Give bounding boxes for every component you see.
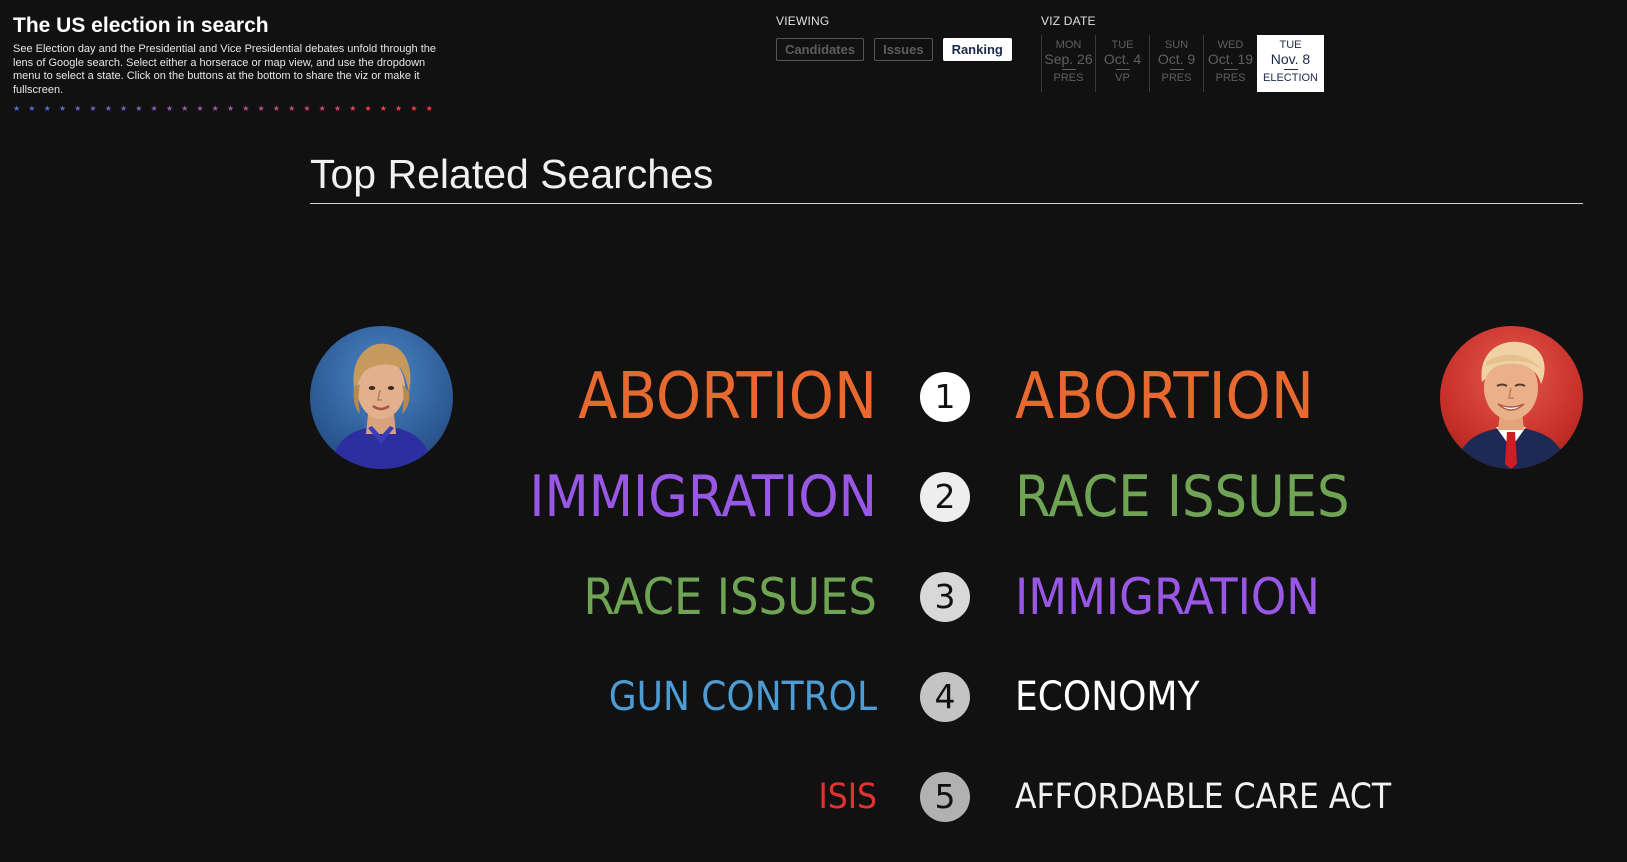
star-icon: ★ [196,104,204,113]
star-icon: ★ [303,104,311,113]
star-divider: ★ ★ ★ ★ ★ ★ ★ ★ ★ ★ ★ ★ ★ ★ ★ ★ ★ ★ ★ ★ ★ ★ ★ ★ ★ ★ ★ ★ [13,104,433,114]
view-candidates-button[interactable]: Candidates [776,38,865,61]
star-icon: ★ [181,104,189,113]
view-ranking-button[interactable]: Ranking [942,38,1012,61]
date-md: Oct. 19 [1207,51,1254,67]
star-icon: ★ [364,104,372,113]
right-term: ABORTION [1015,360,1314,434]
date-md: Nov. 8 [1270,51,1311,67]
date-separator [1169,69,1184,70]
date-separator [1061,69,1076,70]
star-icon: ★ [211,104,219,113]
rank-badge: 1 [920,372,970,422]
rank-badge: 2 [920,472,970,522]
star-icon: ★ [425,104,433,113]
star-icon: ★ [119,104,128,113]
date-option-oct-19[interactable]: WED Oct. 19 PRES [1203,35,1257,92]
star-icon: ★ [288,104,296,113]
left-term: ISIS [818,777,877,817]
date-option-oct-4[interactable]: TUE Oct. 4 VP [1095,35,1149,92]
date-event: ELECTION [1262,72,1318,84]
star-icon: ★ [379,104,387,113]
star-icon: ★ [135,104,143,113]
date-dow: MON [1055,39,1082,51]
left-term: GUN CONTROL [608,674,877,720]
section-title: Top Related Searches [310,148,1583,204]
date-dow: TUE [1279,39,1302,51]
right-term: RACE ISSUES [1015,464,1350,530]
date-dow: TUE [1111,39,1134,51]
date-dow: SUN [1164,39,1189,51]
date-event: VP [1115,72,1130,84]
rank-badge: 5 [920,772,970,822]
star-icon: ★ [104,104,112,113]
date-separator [1283,69,1298,70]
ranking-row: GUN CONTROL 4 ECONOMY [0,662,1627,732]
star-icon: ★ [13,104,21,113]
date-event: PRES [1215,72,1246,84]
left-term: ABORTION [578,360,877,434]
right-term: AFFORDABLE CARE ACT [1015,777,1392,817]
star-icon: ★ [150,104,158,113]
viewing-label: VIEWING [776,14,830,28]
date-dow: WED [1217,39,1244,51]
ranking-row: ISIS 5 AFFORDABLE CARE ACT [0,762,1627,832]
star-icon: ★ [272,104,280,113]
date-option-oct-9[interactable]: SUN Oct. 9 PRES [1149,35,1203,92]
star-icon: ★ [89,104,97,113]
viewing-control: VIEWING Candidates Issues Ranking [776,14,1012,61]
star-icon: ★ [226,104,235,113]
right-term: IMMIGRATION [1015,568,1320,626]
right-term: ECONOMY [1015,674,1200,720]
rank-badge: 3 [920,572,970,622]
viz-date-label: VIZ DATE [1041,14,1096,28]
date-event: PRES [1161,72,1192,84]
star-icon: ★ [333,104,342,113]
date-md: Sep. 26 [1044,51,1093,67]
date-separator [1223,69,1238,70]
rank-badge: 4 [920,672,970,722]
ranking-row: ABORTION 1 ABORTION [0,362,1627,432]
star-icon: ★ [349,104,357,113]
page-title: The US election in search [13,14,269,37]
date-md: Oct. 4 [1103,51,1142,67]
star-icon: ★ [165,104,173,113]
star-icon: ★ [257,104,265,113]
star-icon: ★ [410,104,418,113]
date-md: Oct. 9 [1157,51,1196,67]
left-term: IMMIGRATION [529,464,877,530]
left-term: RACE ISSUES [583,568,877,626]
date-option-nov-8[interactable]: TUE Nov. 8 ELECTION [1257,35,1324,92]
page-description: See Election day and the Presidential an… [13,43,436,96]
star-icon: ★ [395,104,403,113]
viz-date-control: VIZ DATE MON Sep. 26 PRES TUE Oct. 4 VP … [1041,14,1324,92]
star-icon: ★ [43,104,51,113]
star-icon: ★ [58,104,67,113]
ranking-row: IMMIGRATION 2 RACE ISSUES [0,462,1627,532]
date-event: PRES [1053,72,1084,84]
date-separator [1115,69,1130,70]
intro-panel: The US election in search See Election d… [13,12,453,114]
view-issues-button[interactable]: Issues [874,38,933,61]
star-icon: ★ [28,104,36,113]
ranking-row: RACE ISSUES 3 IMMIGRATION [0,562,1627,632]
star-icon: ★ [242,104,250,113]
date-option-sep-26[interactable]: MON Sep. 26 PRES [1041,35,1095,92]
star-icon: ★ [318,104,326,113]
star-icon: ★ [74,104,82,113]
